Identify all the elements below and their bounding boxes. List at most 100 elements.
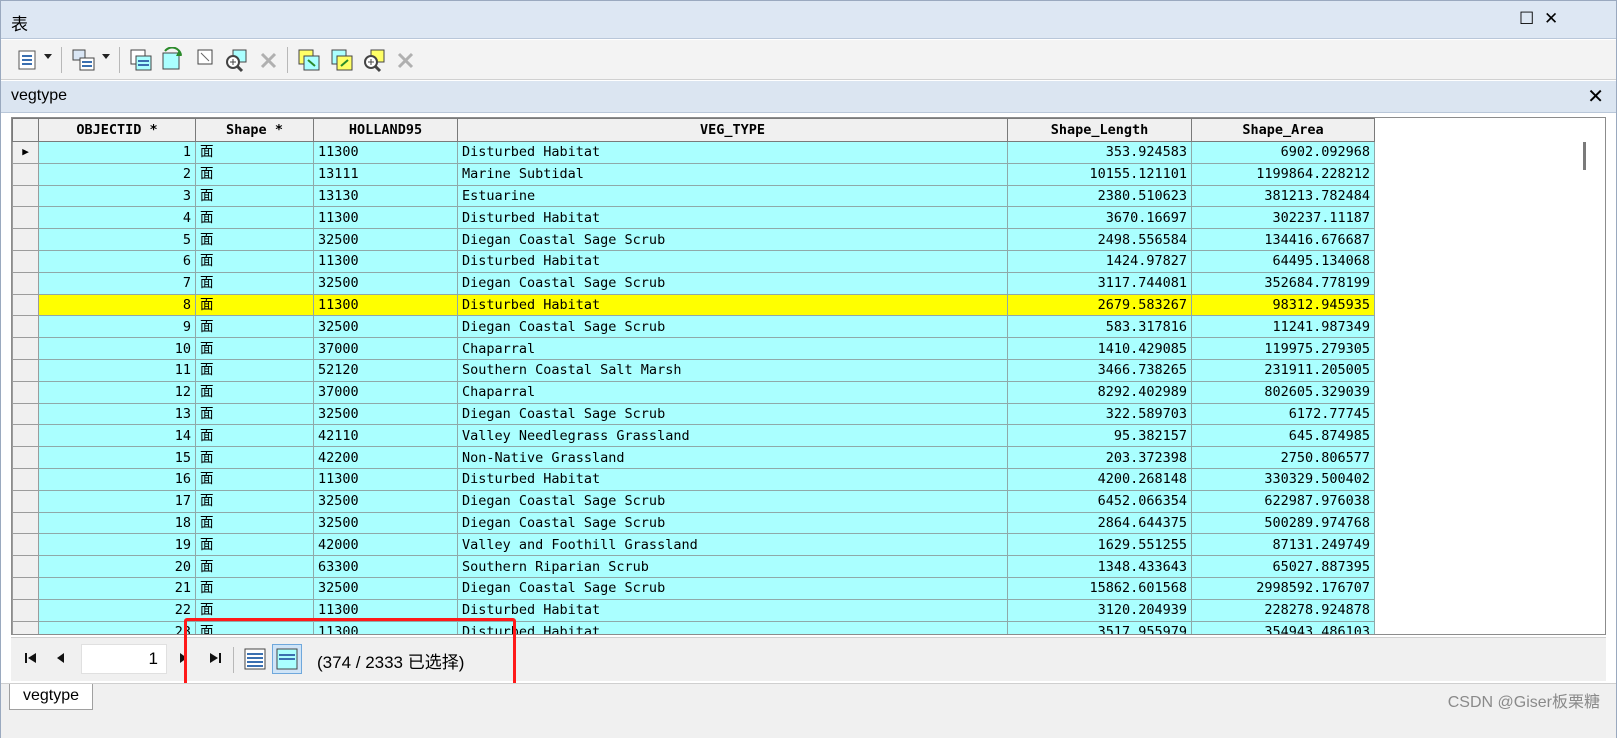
row-selector[interactable]	[12, 206, 39, 230]
copy-selected-icon[interactable]	[296, 47, 322, 73]
table-cell[interactable]: 10155.121101	[1007, 162, 1192, 186]
table-cell[interactable]: 21	[38, 576, 196, 600]
table-cell[interactable]: 面	[195, 424, 314, 448]
table-row[interactable]: 3 面 13130 Estuarine 2380.510623 381213.782484	[12, 184, 1375, 208]
table-cell[interactable]: 5	[38, 228, 196, 251]
table-cell[interactable]: Valley Needlegrass Grassland	[457, 424, 1008, 448]
table-cell[interactable]: 500289.974768	[1191, 511, 1375, 535]
table-cell[interactable]: 4	[38, 206, 196, 230]
table-cell[interactable]: 353.924583	[1007, 141, 1192, 164]
column-header[interactable]: Shape *	[195, 118, 314, 142]
table-cell[interactable]: 1424.97827	[1007, 249, 1192, 273]
table-cell[interactable]: 583.317816	[1007, 315, 1192, 339]
table-cell[interactable]: 17	[38, 489, 196, 513]
table-cell[interactable]: 面	[195, 446, 314, 469]
table-row[interactable]: ▶ 1 面 11300 Disturbed Habitat 353.924583 6902.…	[12, 141, 1375, 164]
table-cell[interactable]: 32500	[313, 511, 458, 535]
table-cell[interactable]: 32500	[313, 271, 458, 295]
table-cell[interactable]: 15862.601568	[1007, 576, 1192, 600]
table-row[interactable]: 9 面 32500 Diegan Coastal Sage Scrub 583.3178…	[12, 315, 1375, 339]
table-cell[interactable]: 22	[38, 598, 196, 622]
table-cell[interactable]: 87131.249749	[1191, 533, 1375, 557]
row-selector[interactable]	[12, 228, 39, 251]
table-cell[interactable]: 1629.551255	[1007, 533, 1192, 557]
table-row[interactable]: 16 面 11300 Disturbed Habitat 4200.268148 3303…	[12, 467, 1375, 491]
table-cell[interactable]: Disturbed Habitat	[457, 620, 1008, 634]
table-row[interactable]: 8 面 11300 Disturbed Habitat 2679.583267 98312…	[12, 293, 1375, 317]
table-cell[interactable]: 3117.744081	[1007, 271, 1192, 295]
table-cell[interactable]: 8292.402989	[1007, 380, 1192, 404]
table-cell[interactable]: 52120	[313, 358, 458, 382]
table-cell[interactable]: 9	[38, 315, 196, 339]
table-cell[interactable]: 13111	[313, 162, 458, 186]
close-icon[interactable]: ✕	[1587, 84, 1604, 109]
table-cell[interactable]: 32500	[313, 315, 458, 339]
table-cell[interactable]: 42110	[313, 424, 458, 448]
paste-icon[interactable]	[329, 47, 355, 73]
table-cell[interactable]: 4200.268148	[1007, 467, 1192, 491]
row-selector[interactable]	[12, 271, 39, 295]
table-cell[interactable]: 228278.924878	[1191, 598, 1375, 622]
row-selector[interactable]	[12, 620, 39, 634]
record-number-input[interactable]: 1	[81, 644, 167, 674]
table-cell[interactable]: 面	[195, 511, 314, 535]
table-cell[interactable]: 1199864.228212	[1191, 162, 1375, 186]
clear-selection-icon[interactable]	[195, 47, 217, 73]
first-record-icon[interactable]	[23, 650, 39, 671]
table-cell[interactable]: 1	[38, 141, 196, 164]
table-cell[interactable]: 11300	[313, 293, 458, 317]
close-icon[interactable]: ✕	[1544, 9, 1558, 29]
column-header[interactable]: OBJECTID *	[38, 118, 196, 142]
table-cell[interactable]: Southern Coastal Salt Marsh	[457, 358, 1008, 382]
row-selector[interactable]	[12, 598, 39, 622]
column-header[interactable]: Shape_Area	[1191, 118, 1375, 142]
table-cell[interactable]: 面	[195, 380, 314, 404]
dropdown-arrow-icon[interactable]	[43, 53, 53, 79]
table-cell[interactable]: Diegan Coastal Sage Scrub	[457, 511, 1008, 535]
table-row[interactable]: 19 面 42000 Valley and Foothill Grassland 162…	[12, 533, 1375, 557]
table-cell[interactable]: 645.874985	[1191, 424, 1375, 448]
row-selector[interactable]	[12, 402, 39, 426]
table-cell[interactable]: 32500	[313, 402, 458, 426]
table-cell[interactable]: 32500	[313, 489, 458, 513]
table-cell[interactable]: 32500	[313, 576, 458, 600]
table-cell[interactable]: 7	[38, 271, 196, 295]
row-selector[interactable]	[12, 576, 39, 600]
row-selector[interactable]	[12, 511, 39, 535]
table-cell[interactable]: 3517.955979	[1007, 620, 1192, 634]
table-row[interactable]: 5 面 32500 Diegan Coastal Sage Scrub 2498.556…	[12, 228, 1375, 251]
table-cell[interactable]: 2380.510623	[1007, 184, 1192, 208]
table-cell[interactable]: 6452.066354	[1007, 489, 1192, 513]
table-row[interactable]: 20 面 63300 Southern Riparian Scrub 1348.4336…	[12, 555, 1375, 578]
table-cell[interactable]: 18	[38, 511, 196, 535]
table-cell[interactable]: 13130	[313, 184, 458, 208]
delete-selected-icon[interactable]	[259, 47, 279, 73]
table-cell[interactable]: 3	[38, 184, 196, 208]
table-row[interactable]: 10 面 37000 Chaparral 1410.429085 119975.27930…	[12, 337, 1375, 360]
table-cell[interactable]: Estuarine	[457, 184, 1008, 208]
table-row[interactable]: 7 面 32500 Diegan Coastal Sage Scrub 3117.744…	[12, 271, 1375, 295]
table-cell[interactable]: 11300	[313, 206, 458, 230]
table-row[interactable]: 12 面 37000 Chaparral 8292.402989 802605.32903…	[12, 380, 1375, 404]
table-cell[interactable]: Disturbed Habitat	[457, 293, 1008, 317]
table-cell[interactable]: 15	[38, 446, 196, 469]
table-cell[interactable]: 802605.329039	[1191, 380, 1375, 404]
switch-selection-icon[interactable]	[159, 47, 185, 73]
delete-icon[interactable]	[396, 47, 416, 73]
row-selector[interactable]	[12, 358, 39, 382]
table-row[interactable]: 13 面 32500 Diegan Coastal Sage Scrub 322.589…	[12, 402, 1375, 426]
table-cell[interactable]: 2750.806577	[1191, 446, 1375, 469]
column-header[interactable]: VEG_TYPE	[457, 118, 1008, 142]
dropdown-arrow-icon[interactable]	[101, 53, 111, 79]
table-cell[interactable]: 1348.433643	[1007, 555, 1192, 578]
table-cell[interactable]: Diegan Coastal Sage Scrub	[457, 228, 1008, 251]
row-selector[interactable]	[12, 249, 39, 273]
table-cell[interactable]: 面	[195, 533, 314, 557]
table-row[interactable]: 21 面 32500 Diegan Coastal Sage Scrub 15862.6…	[12, 576, 1375, 600]
table-cell[interactable]: 42200	[313, 446, 458, 469]
table-cell[interactable]: Disturbed Habitat	[457, 467, 1008, 491]
table-options-icon[interactable]	[17, 47, 39, 73]
table-cell[interactable]: Marine Subtidal	[457, 162, 1008, 186]
table-cell[interactable]: 2864.644375	[1007, 511, 1192, 535]
table-cell[interactable]: 622987.976038	[1191, 489, 1375, 513]
